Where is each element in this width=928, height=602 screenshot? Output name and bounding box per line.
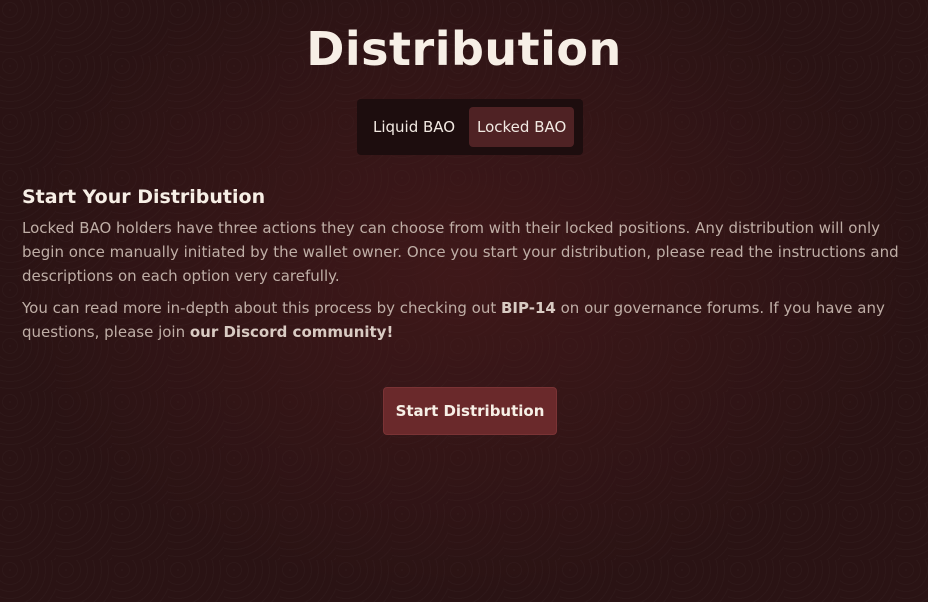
bip-14-link[interactable]: BIP-14 [501, 299, 556, 317]
more-info-paragraph: You can read more in-depth about this pr… [22, 296, 914, 344]
intro-paragraph: Locked BAO holders have three actions th… [22, 219, 899, 285]
more-info-text-start: You can read more in-depth about this pr… [22, 299, 501, 317]
distribution-info: Start Your Distribution Locked BAO holde… [22, 186, 914, 352]
discord-community-link[interactable]: our Discord community! [190, 323, 393, 341]
section-title: Start Your Distribution [22, 186, 266, 208]
tab-locked-bao[interactable]: Locked BAO [469, 107, 574, 147]
start-distribution-button[interactable]: Start Distribution [383, 387, 557, 435]
tab-liquid-bao[interactable]: Liquid BAO [365, 107, 463, 147]
page-title: Distribution [306, 22, 622, 76]
distribution-type-tabs: Liquid BAO Locked BAO [357, 99, 583, 155]
